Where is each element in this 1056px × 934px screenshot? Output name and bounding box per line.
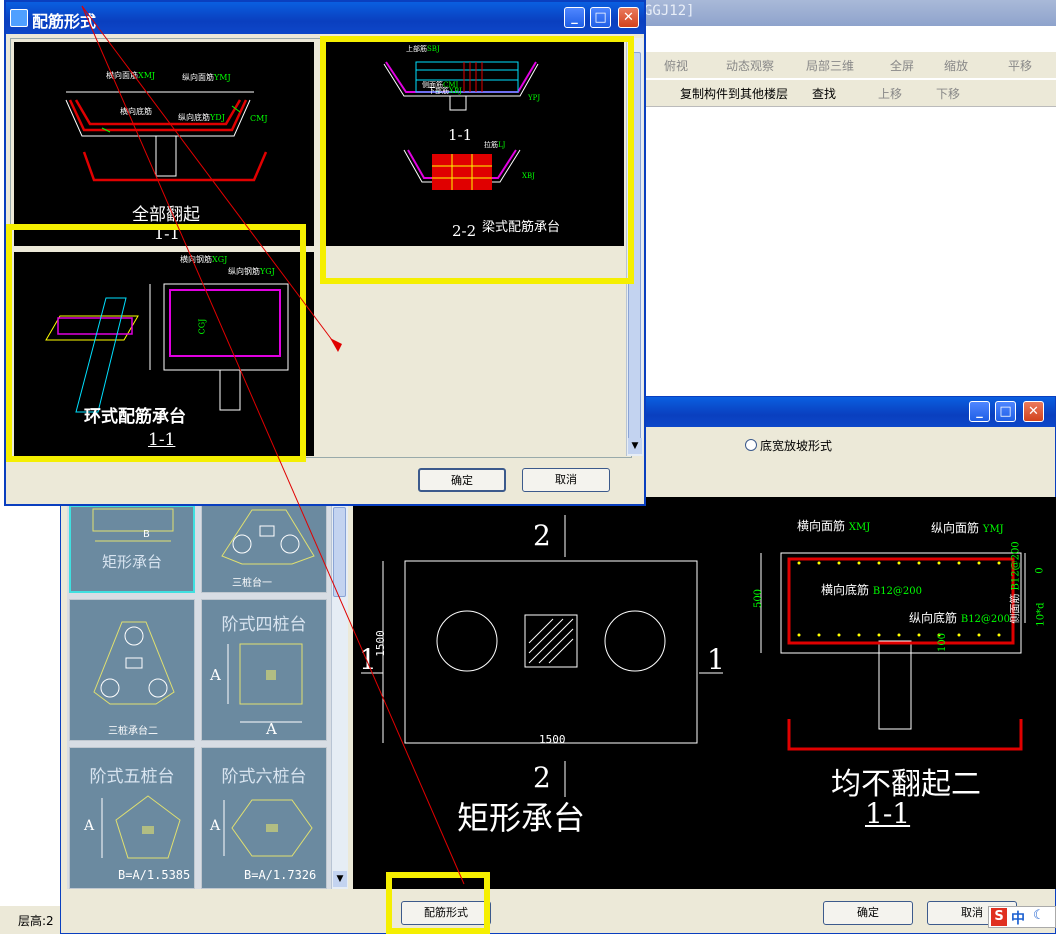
maximize-icon: □ bbox=[594, 10, 607, 25]
thumb-dim-a: A bbox=[84, 818, 95, 834]
rebar-dialog-title: 配筋形式 bbox=[32, 12, 97, 31]
toolbar-pan[interactable]: 平移 bbox=[1008, 57, 1032, 74]
side-mark-right: 1 bbox=[707, 643, 725, 676]
rebar-close-button[interactable]: ✕ bbox=[618, 7, 639, 28]
thumb-three-pile-one[interactable]: 三桩台一 bbox=[201, 505, 327, 593]
rebar-minimize-button[interactable]: _ bbox=[564, 7, 585, 28]
minimize-icon: _ bbox=[976, 404, 983, 419]
main-maximize-button[interactable]: □ bbox=[995, 401, 1016, 422]
ime-indicator[interactable]: S 中 ☾ bbox=[988, 906, 1056, 928]
label-top-x: 横向面筋 XMJ bbox=[797, 519, 871, 533]
scroll-down-icon[interactable]: ▼ bbox=[333, 871, 347, 887]
label-right-a: 0 bbox=[1034, 567, 1046, 574]
thumb-formula: B=A/1.5385 bbox=[118, 868, 191, 882]
rebar-label-top-x: 横向面筋XMJ bbox=[106, 71, 156, 80]
thumbnail-scrollbar[interactable]: ▼ bbox=[331, 505, 348, 889]
rebar-label-bot-y: 纵向底筋YDJ bbox=[178, 113, 225, 122]
minimize-icon: _ bbox=[571, 10, 578, 25]
thumb-b-label: B bbox=[143, 529, 150, 540]
thumb-caption: 三桩承台二 bbox=[108, 726, 158, 737]
toolbar-copy-to-floor[interactable]: 复制构件到其他楼层 bbox=[680, 85, 788, 102]
highlight-rebar-button bbox=[386, 872, 490, 934]
height-dim: 1500 bbox=[373, 630, 387, 657]
main-close-button[interactable]: ✕ bbox=[1023, 401, 1044, 422]
toolbar-zoom[interactable]: 缩放 bbox=[944, 57, 968, 74]
scroll-down-icon[interactable]: ▼ bbox=[628, 438, 642, 454]
main-minimize-button[interactable]: _ bbox=[969, 401, 990, 422]
close-icon: ✕ bbox=[623, 10, 634, 25]
label-bot-x: 横向底筋 B12@200 bbox=[821, 583, 923, 597]
ime-moon-icon: ☾ bbox=[1033, 908, 1045, 923]
rebar-dialog-title-bar: 配筋形式 bbox=[6, 2, 644, 34]
label-side: 侧面筋 B12@200 bbox=[1010, 541, 1022, 624]
plan-name: 矩形承台 bbox=[457, 799, 586, 837]
thumb-formula: B=A/1.7326 bbox=[244, 868, 317, 882]
section-id: 1-1 bbox=[865, 797, 911, 830]
thumb-stepped-six-pile[interactable]: 阶式六桩台 A B=A/1.7326 bbox=[201, 747, 327, 889]
label-cover: 100 bbox=[937, 632, 949, 653]
toolbar-top-view[interactable]: 俯视 bbox=[664, 57, 688, 74]
option-all-bent-up[interactable]: 横向面筋XMJ 纵向面筋YMJ 横向底筋 纵向底筋YDJ CMJ 全部翻起 1-… bbox=[14, 42, 314, 246]
thumb-dim-a: A bbox=[210, 818, 221, 834]
app-logo-icon bbox=[10, 9, 28, 27]
maximize-icon: □ bbox=[999, 404, 1012, 419]
thumbnail-list: B 矩形承台 三桩台一 三桩承台二 阶式四桩台 A A 阶式五桩台 A B=A/… bbox=[67, 505, 345, 889]
thumb-caption: 三桩台一 bbox=[232, 578, 272, 589]
thumb-three-pile-two[interactable]: 三桩承台二 bbox=[69, 599, 195, 741]
option-caption: 全部翻起 bbox=[132, 205, 200, 225]
bg-status-bar: 层高:2 bbox=[0, 906, 64, 934]
highlight-beam-option bbox=[320, 36, 634, 284]
width-dim: 1500 bbox=[539, 733, 566, 746]
bg-title-bar: GGJ12] bbox=[640, 0, 1056, 26]
close-icon: ✕ bbox=[1028, 404, 1039, 419]
main-ok-button[interactable]: 确定 bbox=[823, 901, 913, 925]
ime-mode-text: 中 bbox=[1011, 911, 1025, 927]
rebar-label-bot-x: 横向底筋 bbox=[120, 107, 152, 116]
ime-logo-icon: S bbox=[991, 908, 1007, 926]
thumb-rectangular-cap[interactable]: B 矩形承台 bbox=[69, 505, 195, 593]
toolbar-move-up[interactable]: 上移 bbox=[878, 85, 902, 102]
toolbar-find[interactable]: 查找 bbox=[812, 85, 836, 102]
label-top-y: 纵向面筋 YMJ bbox=[931, 521, 1004, 535]
section-mark-top: 2 bbox=[533, 519, 551, 552]
label-bot-y: 纵向底筋 B12@200 bbox=[909, 611, 1011, 625]
rebar-label-top-y: 纵向面筋YMJ bbox=[182, 73, 231, 82]
scroll-thumb[interactable] bbox=[333, 507, 346, 597]
label-height: 500 bbox=[753, 588, 765, 609]
thumb-title: 矩形承台 bbox=[101, 553, 162, 571]
toolbar-fullscreen[interactable]: 全屏 bbox=[890, 57, 914, 74]
rebar-label-side: CMJ bbox=[250, 114, 268, 123]
radio-circle-icon bbox=[745, 439, 757, 451]
radio-label: 底宽放坡形式 bbox=[760, 439, 833, 453]
rebar-cancel-button[interactable]: 取消 bbox=[522, 468, 610, 492]
preview-cad: 2 2 1 1 1500 1500 矩形承台 均不翻起二 1-1 横向面筋 XM… bbox=[353, 497, 1056, 889]
thumb-dim-a-bottom: A bbox=[266, 720, 277, 738]
floor-height-label: 层高:2 bbox=[18, 914, 54, 928]
bg-toolbar-row2: 复制构件到其他楼层 查找 上移 下移 bbox=[640, 80, 1056, 107]
thumb-stepped-five-pile[interactable]: 阶式五桩台 A B=A/1.5385 bbox=[69, 747, 195, 889]
thumb-dim-a-left: A bbox=[210, 666, 221, 684]
toolbar-local-3d[interactable]: 局部三维 bbox=[806, 57, 854, 74]
bg-toolbar-row1: 俯视 动态观察 局部三维 全屏 缩放 平移 bbox=[640, 52, 1056, 78]
rebar-ok-button[interactable]: 确定 bbox=[418, 468, 506, 492]
toolbar-dynamic-view[interactable]: 动态观察 bbox=[726, 57, 774, 74]
toolbar-move-down[interactable]: 下移 bbox=[936, 85, 960, 102]
highlight-ring-option bbox=[6, 224, 306, 462]
label-right-b: 10*d bbox=[1035, 602, 1047, 627]
bg-title-text: GGJ12] bbox=[644, 3, 695, 19]
section-mark-bottom: 2 bbox=[533, 761, 551, 794]
thumb-stepped-four-pile[interactable]: 阶式四桩台 A A bbox=[201, 599, 327, 741]
rebar-maximize-button[interactable]: □ bbox=[590, 7, 611, 28]
